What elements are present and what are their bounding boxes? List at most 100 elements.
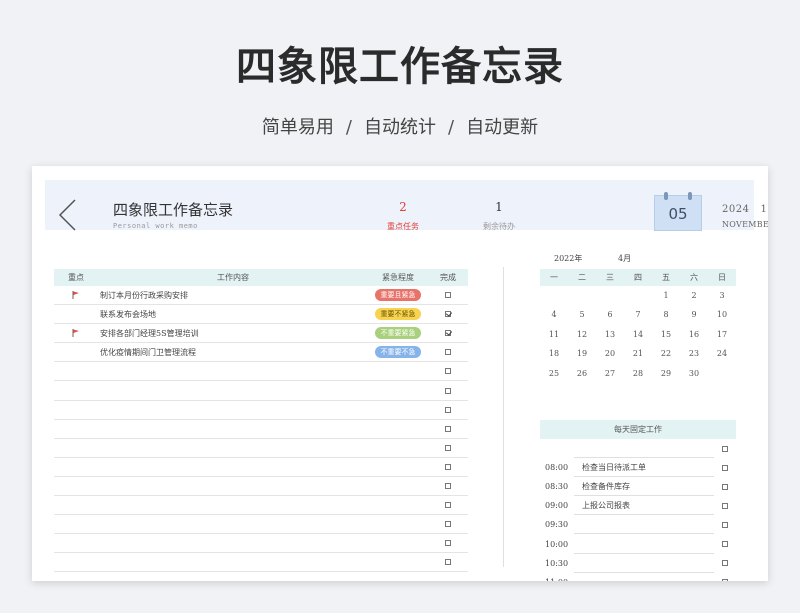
calendar-day[interactable]: 10 — [708, 305, 736, 324]
weekday-label: 六 — [690, 273, 698, 282]
calendar-day[interactable]: 17 — [708, 325, 736, 344]
done-cell — [428, 349, 468, 356]
weekday-label: 四 — [634, 273, 642, 282]
task-content[interactable]: 优化疫情期间门卫管理流程 — [98, 347, 368, 358]
calendar-day[interactable]: 9 — [680, 305, 708, 324]
daily-task[interactable]: 检查当日待派工单 — [574, 458, 714, 478]
daily-task[interactable]: 检查备件库存 — [574, 477, 714, 497]
calendar-day[interactable]: 14 — [624, 325, 652, 344]
key-task-count: 2 — [399, 200, 407, 214]
daily-done-checkbox[interactable] — [722, 579, 728, 581]
table-row — [54, 401, 468, 420]
back-chevron-icon[interactable] — [57, 198, 79, 232]
calendar-day[interactable]: 3 — [708, 286, 736, 305]
daily-fixed-work: 每天固定工作 08:00 检查当日待派工单 08:30 检查备件库存 09:00 上报公司… — [540, 420, 736, 581]
calendar-day[interactable]: 30 — [680, 364, 708, 383]
done-checkbox[interactable] — [445, 540, 451, 547]
table-row — [54, 458, 468, 477]
calendar-day[interactable]: 5 — [568, 305, 596, 324]
header-band: 四象限工作备忘录 Personal work memo 2 重点任务 1 剩余待… — [45, 180, 768, 232]
daily-task[interactable] — [574, 573, 714, 581]
daily-task[interactable] — [574, 534, 714, 554]
done-checkbox[interactable] — [445, 330, 451, 337]
calendar-ring-icon — [688, 192, 692, 200]
table-row — [54, 515, 468, 535]
done-cell — [428, 330, 468, 337]
daily-task[interactable] — [574, 439, 714, 459]
calendar-day[interactable]: 21 — [624, 344, 652, 363]
calendar-day[interactable]: 13 — [596, 325, 624, 344]
task-content[interactable]: 安排各部门经理5S管理培训 — [98, 328, 368, 339]
done-checkbox[interactable] — [445, 425, 451, 432]
done-checkbox[interactable] — [445, 406, 451, 413]
urgency-cell[interactable]: 重要且紧急 — [368, 289, 428, 302]
done-checkbox[interactable] — [445, 463, 451, 470]
calendar-day[interactable]: 18 — [540, 344, 568, 363]
done-checkbox[interactable] — [445, 482, 451, 489]
done-checkbox[interactable] — [445, 292, 451, 299]
calendar-day[interactable]: 28 — [624, 364, 652, 383]
daily-task[interactable] — [574, 515, 714, 535]
calendar-day[interactable]: 19 — [568, 344, 596, 363]
daily-time: 10:00 — [545, 539, 569, 549]
calendar-day[interactable]: 20 — [596, 344, 624, 363]
key-cell[interactable] — [54, 291, 98, 300]
done-checkbox[interactable] — [445, 559, 451, 566]
col-done: 完成 — [440, 273, 456, 282]
done-checkbox[interactable] — [445, 444, 451, 451]
urgency-cell[interactable]: 重要不紧急 — [368, 308, 428, 321]
calendar-day[interactable]: 11 — [540, 325, 568, 344]
daily-done-checkbox[interactable] — [722, 445, 728, 452]
daily-task[interactable] — [574, 554, 714, 573]
daily-task[interactable]: 上报公司报表 — [574, 496, 714, 516]
calendar-day[interactable]: 6 — [596, 305, 624, 324]
done-cell — [428, 521, 468, 528]
calendar-day[interactable]: 16 — [680, 325, 708, 344]
calendar-day[interactable]: 22 — [652, 344, 680, 363]
done-checkbox[interactable] — [445, 502, 451, 509]
done-cell — [428, 311, 468, 318]
daily-done-checkbox[interactable] — [722, 560, 728, 567]
done-cell — [428, 387, 468, 394]
calendar-day[interactable]: 27 — [596, 364, 624, 383]
daily-done-checkbox[interactable] — [722, 502, 728, 509]
done-checkbox[interactable] — [445, 387, 451, 394]
table-row — [54, 534, 468, 554]
calendar-day[interactable]: 25 — [540, 364, 568, 383]
daily-done-checkbox[interactable] — [722, 483, 728, 490]
current-year: 2024 — [722, 204, 750, 215]
table-row: 制订本月份行政采购安排 重要且紧急 — [54, 286, 468, 306]
key-cell[interactable] — [54, 329, 98, 338]
calendar-day[interactable]: 29 — [652, 364, 680, 383]
calendar-day[interactable]: 15 — [652, 325, 680, 344]
done-checkbox[interactable] — [445, 368, 451, 375]
done-checkbox[interactable] — [445, 521, 451, 528]
calendar-day[interactable]: 26 — [568, 364, 596, 383]
done-checkbox[interactable] — [445, 349, 451, 356]
urgency-cell[interactable]: 不重要紧急 — [368, 327, 428, 340]
calendar-day[interactable]: 23 — [680, 344, 708, 363]
daily-time: 08:00 — [545, 463, 569, 473]
calendar-day[interactable]: 4 — [540, 305, 568, 324]
daily-done-checkbox[interactable] — [722, 464, 728, 471]
current-month-number: 11 — [760, 204, 769, 215]
daily-done-checkbox[interactable] — [722, 541, 728, 548]
calendar-day[interactable]: 8 — [652, 305, 680, 324]
calendar-day[interactable]: 2 — [680, 286, 708, 305]
calendar-day[interactable]: 1 — [652, 286, 680, 305]
current-date: 2024 11 NOVEMBER — [722, 204, 768, 229]
calendar-day[interactable]: 7 — [624, 305, 652, 324]
task-content[interactable]: 制订本月份行政采购安排 — [98, 290, 368, 301]
task-table: 重点 工作内容 紧急程度 完成 制订本月份行政采购安排 重要且紧急 联系发布会场地重… — [54, 269, 468, 573]
daily-done-cell — [714, 464, 736, 471]
done-checkbox[interactable] — [445, 311, 451, 318]
calendar-day — [624, 286, 652, 305]
daily-done-checkbox[interactable] — [722, 521, 728, 528]
table-row: 优化疫情期间门卫管理流程 不重要不急 — [54, 343, 468, 363]
calendar-day[interactable]: 12 — [568, 325, 596, 344]
urgency-cell[interactable]: 不重要不急 — [368, 346, 428, 359]
calendar-weekdays: 一二三四五六日 — [540, 269, 736, 286]
calendar-day[interactable]: 24 — [708, 344, 736, 363]
task-rows: 制订本月份行政采购安排 重要且紧急 联系发布会场地 重要不紧急 安排各部门经理5S管理培… — [54, 286, 468, 573]
task-content[interactable]: 联系发布会场地 — [98, 309, 368, 320]
